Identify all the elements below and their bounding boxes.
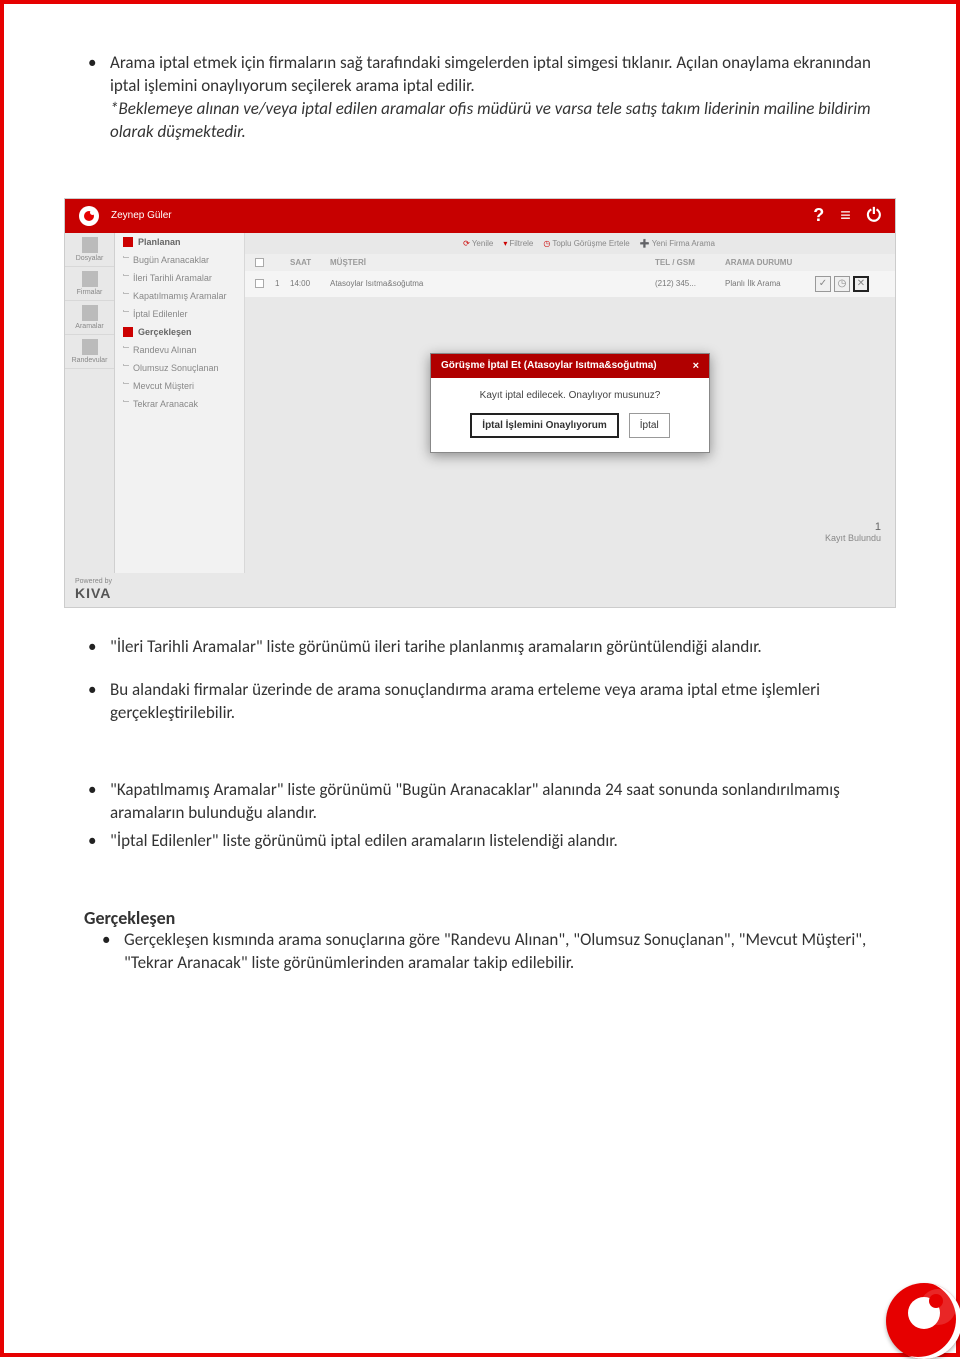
nav-tekrar-aranacak[interactable]: Tekrar Aranacak (115, 395, 244, 413)
heading-gerceklesen: Gerçekleşen (64, 907, 896, 929)
modal-close-icon[interactable]: × (693, 360, 699, 372)
filter-icon: ▾ (503, 239, 507, 248)
app-screenshot: Zeynep Güler ? ≡ ⏻ Dosyalar Firmalar (64, 198, 896, 608)
vodafone-footer-logo-icon (886, 1283, 960, 1359)
confirm-modal: Görüşme İptal Et (Atasoylar Isıtma&soğut… (430, 353, 710, 453)
calendar-icon (123, 237, 133, 247)
row-action-complete[interactable]: ✓ (815, 276, 831, 292)
intro-note: *Beklemeye alınan ve/veya iptal edilen a… (110, 98, 871, 142)
toolbar-yeni-firma[interactable]: ➕Yeni Firma Arama (640, 239, 715, 248)
appointments-icon (82, 339, 98, 355)
calendar-icon (123, 327, 133, 337)
col-saat: SAAT (290, 258, 330, 267)
row-index: 1 (275, 279, 290, 288)
modal-title: Görüşme İptal Et (Atasoylar Isıtma&soğut… (441, 360, 657, 371)
gerceklesen-bullets: Gerçekleşen kısmında arama sonuçlarına g… (64, 929, 896, 975)
nav-section-planlanan[interactable]: Planlanan (115, 233, 244, 251)
powered-by: Powered by KIVA (75, 578, 112, 601)
toolbar-yenile[interactable]: ⟳Yenile (463, 239, 493, 248)
row-action-postpone[interactable]: ◷ (834, 276, 850, 292)
sidebar-randevular[interactable]: Randevular (65, 335, 114, 369)
help-icon[interactable]: ? (813, 205, 824, 226)
nav-olumsuz[interactable]: Olumsuz Sonuçlanan (115, 359, 244, 377)
clock-icon: ◷ (543, 239, 550, 248)
modal-confirm-button[interactable]: İptal İşlemini Onaylıyorum (470, 413, 618, 438)
col-tel: TEL / GSM (655, 258, 725, 267)
firms-icon (82, 271, 98, 287)
document-page: Arama iptal etmek için firmaların sağ ta… (0, 0, 960, 1357)
bullet-gerceklesen: Gerçekleşen kısmında arama sonuçlarına g… (102, 929, 896, 975)
modal-cancel-button[interactable]: İptal (629, 413, 670, 438)
row-customer: Atasoylar Isıtma&soğutma (330, 279, 655, 288)
sidebar-dosyalar[interactable]: Dosyalar (65, 233, 114, 267)
row-status: Planlı İlk Arama (725, 279, 815, 288)
left-sidebar: Dosyalar Firmalar Aramalar Randevular (65, 233, 115, 573)
app-header: Zeynep Güler ? ≡ ⏻ (65, 199, 895, 233)
nav-ileri-tarihli[interactable]: İleri Tarihli Aramalar (115, 269, 244, 287)
toolbar: ⟳Yenile ▾Filtrele ◷Toplu Görüşme Ertele … (245, 233, 895, 254)
row-tel: (212) 345... (655, 279, 725, 288)
nav-iptal-edilenler[interactable]: İptal Edilenler (115, 305, 244, 323)
nav-mevcut-musteri[interactable]: Mevcut Müşteri (115, 377, 244, 395)
mid-bullets: "İleri Tarihli Aramalar" liste görünümü … (64, 636, 896, 659)
folder-icon (82, 237, 98, 253)
toolbar-toplu-ertele[interactable]: ◷Toplu Görüşme Ertele (543, 239, 629, 248)
nav-kapatilmamis[interactable]: Kapatılmamış Aramalar (115, 287, 244, 305)
vodafone-logo-icon (79, 206, 99, 226)
table-header: SAAT MÜŞTERİ TEL / GSM ARAMA DURUMU (245, 254, 895, 271)
sidebar-aramalar[interactable]: Aramalar (65, 301, 114, 335)
row-action-cancel[interactable]: ✕ (853, 276, 869, 292)
nav-bugun-aranacaklar[interactable]: Bugün Aranacaklar (115, 251, 244, 269)
bullet-iptal-edilenler: "İptal Edilenler" liste görünümü iptal e… (88, 830, 896, 853)
record-count-number: 1 (825, 521, 881, 533)
modal-message: Kayıt iptal edilecek. Onaylıyor musunuz? (431, 378, 709, 413)
row-time: 14:00 (290, 279, 330, 288)
modal-header: Görüşme İptal Et (Atasoylar Isıtma&soğut… (431, 354, 709, 378)
nav-panel: Planlanan Bugün Aranacaklar İleri Tarihl… (115, 233, 245, 573)
nav-randevu-alinan[interactable]: Randevu Alınan (115, 341, 244, 359)
toolbar-filtrele[interactable]: ▾Filtrele (503, 239, 533, 248)
record-count-label: Kayıt Bulundu (825, 533, 881, 543)
refresh-icon: ⟳ (463, 239, 470, 248)
intro-para: Arama iptal etmek için firmaların sağ ta… (110, 52, 871, 96)
main-panel: ⟳Yenile ▾Filtrele ◷Toplu Görüşme Ertele … (245, 233, 895, 573)
calls-icon (82, 305, 98, 321)
nav-section-gerceklesen[interactable]: Gerçekleşen (115, 323, 244, 341)
menu-icon[interactable]: ≡ (840, 205, 851, 226)
select-all-checkbox[interactable] (255, 258, 264, 267)
table-row[interactable]: 1 14:00 Atasoylar Isıtma&soğutma (212) 3… (245, 271, 895, 297)
col-durum: ARAMA DURUMU (725, 258, 815, 267)
lower-bullets: "Kapatılmamış Aramalar" liste görünümü "… (64, 779, 896, 854)
record-count: 1 Kayıt Bulundu (825, 521, 881, 543)
plus-icon: ➕ (640, 239, 650, 248)
sidebar-firmalar[interactable]: Firmalar (65, 267, 114, 301)
row-checkbox[interactable] (255, 279, 264, 288)
header-user-name: Zeynep Güler (111, 210, 172, 221)
intro-bullet-1: Arama iptal etmek için firmaların sağ ta… (88, 52, 896, 144)
bullet-kapatilmamis: "Kapatılmamış Aramalar" liste görünümü "… (88, 779, 896, 825)
power-icon[interactable]: ⏻ (867, 205, 881, 226)
bullet-ileri-tarihli: "İleri Tarihli Aramalar" liste görünümü … (88, 636, 896, 659)
col-musteri: MÜŞTERİ (330, 258, 655, 267)
intro-bullets: Arama iptal etmek için firmaların sağ ta… (64, 52, 896, 144)
kiva-brand: KIVA (75, 585, 111, 601)
bullet-bu-alandaki: Bu alandaki firmalar üzerinde de arama s… (88, 679, 896, 725)
